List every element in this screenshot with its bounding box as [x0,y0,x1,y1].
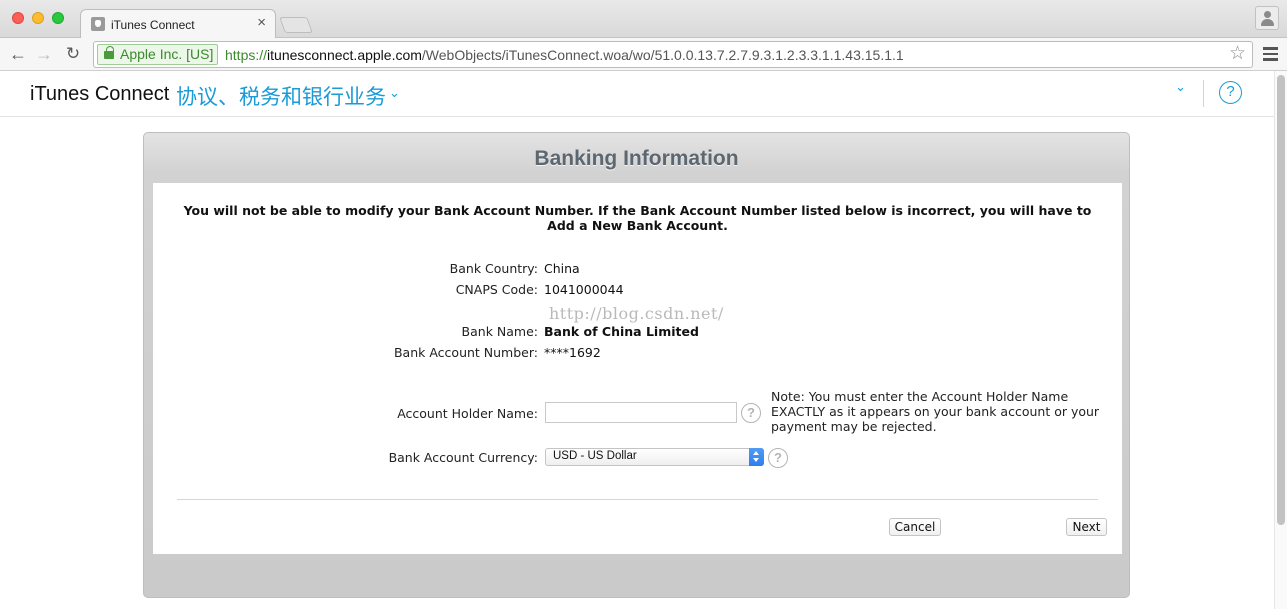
help-icon[interactable]: ? [1219,81,1242,104]
ev-label: Apple Inc. [US] [120,46,214,62]
url-host: itunesconnect.apple.com [267,47,422,63]
select-stepper-icon[interactable] [749,448,764,466]
holder-name-note: Note: You must enter the Account Holder … [771,389,1100,434]
bookmark-star-icon[interactable]: ☆ [1229,43,1246,65]
cnaps-code-value: 1041000044 [544,282,624,297]
currency-help-icon[interactable]: ? [768,448,788,468]
cnaps-code-label: CNAPS Code: [455,282,538,297]
panel-body: You will not be able to modify your Bank… [153,183,1122,554]
scrollbar-thumb[interactable] [1277,75,1285,525]
account-holder-label: Account Holder Name: [397,406,538,421]
browser-tab-itunes-connect[interactable]: iTunes Connect × [80,9,276,39]
browser-menu-icon[interactable] [1263,47,1278,61]
back-arrow-icon[interactable]: ← [7,43,29,65]
close-window-button[interactable] [12,12,24,24]
account-number-warning: You will not be able to modify your Bank… [183,203,1092,233]
bank-name-value: Bank of China Limited [544,324,699,339]
url-path: /WebObjects/iTunesConnect.woa/wo/51.0.0.… [421,47,904,63]
chevron-down-icon[interactable]: ⌄ [389,85,400,101]
panel-title: Banking Information [534,147,739,170]
form-divider [177,499,1098,500]
currency-select[interactable]: USD - US Dollar [545,448,764,466]
header-divider [1203,80,1204,107]
holder-help-icon[interactable]: ? [741,403,761,423]
tab-close-icon[interactable]: × [257,15,266,31]
browser-titlebar: iTunes Connect × [0,0,1287,39]
account-number-label: Bank Account Number: [393,345,538,360]
section-menu-title[interactable]: 协议、税务和银行业务 [176,81,386,111]
lock-icon [104,46,114,59]
zoom-window-button[interactable] [52,12,64,24]
next-button[interactable]: Next [1066,518,1107,536]
watermark-text: http://blog.csdn.net/ [549,304,724,323]
account-menu-chevron-icon[interactable]: ⌄ [1175,79,1186,95]
page-scrollbar[interactable] [1274,71,1287,609]
itunes-header: iTunes Connect 协议、税务和银行业务 ⌄ ⌄ ? [0,71,1274,117]
account-number-value: ****1692 [544,345,601,360]
itunes-connect-logo[interactable]: iTunes Connect [30,83,169,106]
profile-icon[interactable] [1255,6,1279,30]
url-text[interactable]: https://itunesconnect.apple.com/WebObjec… [225,46,904,64]
currency-label: Bank Account Currency: [388,450,538,465]
new-tab-button[interactable] [279,17,313,33]
bank-country-value: China [544,261,580,276]
banking-information-panel: Banking Information You will not be able… [143,132,1130,598]
reload-icon[interactable]: ↻ [62,43,84,65]
url-scheme: https:// [225,47,268,63]
tab-title: iTunes Connect [111,18,195,32]
bank-country-label: Bank Country: [449,261,538,276]
currency-selected-value: USD - US Dollar [553,450,637,462]
minimize-window-button[interactable] [32,12,44,24]
forward-arrow-icon[interactable]: → [33,43,55,65]
bank-name-label: Bank Name: [461,324,538,339]
browser-toolbar: ← → ↻ Apple Inc. [US] https://itunesconn… [0,38,1287,71]
cancel-button[interactable]: Cancel [889,518,941,536]
account-holder-input[interactable] [545,402,737,423]
apple-favicon-icon [91,17,105,31]
address-bar[interactable]: Apple Inc. [US] https://itunesconnect.ap… [93,41,1253,68]
ev-certificate-badge[interactable]: Apple Inc. [US] [97,44,219,65]
